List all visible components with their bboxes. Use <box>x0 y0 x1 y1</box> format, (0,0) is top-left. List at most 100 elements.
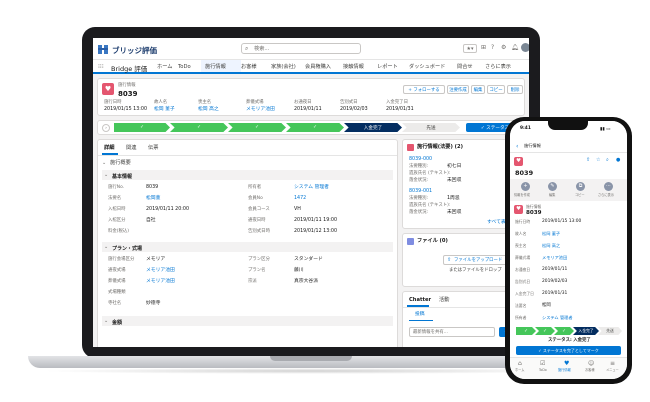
chatter-input[interactable]: 最新情報を共有... <box>409 327 495 337</box>
path-stage-current[interactable]: 入金完了 <box>344 123 402 132</box>
add-icon[interactable]: ⊞ <box>481 44 489 52</box>
tab-details[interactable]: 詳細 <box>104 145 114 151</box>
field-value: 藤川 <box>294 268 304 273</box>
share-icon[interactable]: ⇧ <box>586 157 590 163</box>
todo-icon[interactable]: ☑ <box>540 360 545 367</box>
phone-field-label: 法要名 <box>515 303 527 308</box>
upload-label: ファイルをアップロード <box>454 258 503 263</box>
heart-icon[interactable]: ♥ <box>564 360 569 367</box>
more-icon[interactable]: ⋯ <box>604 182 613 191</box>
path-stage-done[interactable]: ✓ <box>286 123 344 132</box>
phone-record-type: 施行情報 <box>526 204 542 209</box>
avatar[interactable] <box>521 43 529 52</box>
phone-path-done[interactable]: ✓ <box>554 327 574 335</box>
nav-item[interactable]: ToDo <box>178 64 191 70</box>
section-plan-header[interactable]: ⌄ プラン・式場 <box>102 242 393 252</box>
nav-item[interactable]: さらに表示 <box>485 64 511 70</box>
section-basic-header[interactable]: ⌄ 基本情報 <box>102 170 393 180</box>
phone-field-link[interactable]: メモリア池田 <box>542 255 567 260</box>
app-launcher-icon[interactable]: ⁝⁝⁝ <box>98 63 104 70</box>
create-note-button[interactable]: 注要作成 <box>447 85 469 94</box>
phone-path-done[interactable]: ✓ <box>516 327 536 335</box>
tab-related[interactable]: 関連 <box>126 145 136 151</box>
path-stage-done[interactable]: ✓ <box>114 123 170 132</box>
field-value: スタンダード <box>294 257 323 262</box>
path-toggle-icon[interactable]: › <box>102 124 110 132</box>
nav-item[interactable]: 家族(会社) <box>271 64 296 70</box>
post-tab[interactable]: 投稿 <box>415 312 425 318</box>
nav-item[interactable]: お客様 <box>241 64 257 70</box>
phone-path-todo[interactable]: 先送 <box>598 327 622 335</box>
battery-icon: ▮▮ ▭ <box>600 127 611 132</box>
edit-icon[interactable]: ✎ <box>548 182 557 191</box>
nav-item[interactable]: 接触情報 <box>343 64 364 70</box>
related-field-label: 遺族氏名 (テキスト): <box>409 171 451 176</box>
phone-field-link[interactable]: 松岡 菫子 <box>542 231 560 236</box>
help-icon[interactable]: ? <box>491 44 499 52</box>
field-value-link[interactable]: メモリア池田 <box>146 268 175 274</box>
field-label: 所有者 <box>248 185 262 190</box>
app-name: Bridge 評価 <box>111 65 148 73</box>
menu-icon[interactable]: ≡ <box>610 360 615 367</box>
chevron-down-icon[interactable]: ⌄ <box>102 160 106 166</box>
related-record-link[interactable]: 8039-001 <box>409 189 432 195</box>
customer-icon[interactable]: ☺ <box>588 360 594 367</box>
summary-value-link[interactable]: 松岡 菫子 <box>154 107 175 113</box>
field-value-link[interactable]: 1472 <box>294 196 306 202</box>
phone-field-link[interactable]: 松岡 高之 <box>542 243 560 248</box>
tab-slips[interactable]: 伝票 <box>148 145 158 151</box>
summary-label: 故人名 <box>154 100 168 105</box>
home-icon[interactable]: ⌂ <box>518 360 522 367</box>
back-title[interactable]: 施行情報 <box>524 143 541 148</box>
nav-item[interactable]: レポート <box>377 64 398 70</box>
summary-value-link[interactable]: 松岡 高之 <box>198 107 219 113</box>
copy-button[interactable]: コピー <box>487 85 505 94</box>
files-title[interactable]: ファイル (0) <box>417 238 448 244</box>
field-value-link[interactable]: 松岡菫 <box>146 196 160 202</box>
follow-button[interactable]: + フォローする <box>403 85 445 94</box>
nav-item[interactable]: 施行情報 <box>205 64 226 70</box>
field-value-link[interactable]: メモリア池田 <box>146 279 175 285</box>
related-list-title[interactable]: 施行情報(法要) (2) <box>417 144 463 150</box>
search-input[interactable]: ⌕ 検索... <box>241 43 361 54</box>
nav-item[interactable]: ダッシュボード <box>409 64 445 70</box>
edit-button[interactable]: 編集 <box>471 85 485 94</box>
path-stage-done[interactable]: ✓ <box>170 123 228 132</box>
phone-path-done[interactable]: ✓ <box>535 327 555 335</box>
field-label: 入棺区分 <box>108 218 126 223</box>
field-value-link[interactable]: システム 管理者 <box>294 185 329 191</box>
phone-complete-button[interactable]: ✓ ステータスを完了としてマーク <box>516 346 621 355</box>
related-field-label: 落金状況: <box>409 210 429 215</box>
chevron-down-icon: ⌄ <box>104 172 109 178</box>
summary-value-link[interactable]: メモリア池田 <box>246 107 275 113</box>
path-stage-todo[interactable]: 先送 <box>402 123 460 132</box>
section-money-header-visible[interactable]: ⌄ 金額 <box>102 316 393 326</box>
back-chevron-icon[interactable]: ‹ <box>516 143 518 150</box>
bell-icon[interactable]: 🔔︎ <box>511 44 519 52</box>
star-icon[interactable]: ☆ <box>596 157 600 163</box>
copy-icon[interactable]: ⧉ <box>576 182 585 191</box>
path-stage-done[interactable]: ✓ <box>228 123 286 132</box>
nav-item[interactable]: 問合せ <box>457 64 473 70</box>
bottom-nav-label: ToDo <box>539 368 547 372</box>
tab-chatter[interactable]: Chatter <box>409 297 431 303</box>
related-record-link[interactable]: 8039-000 <box>409 157 432 163</box>
tab-activity[interactable]: 活動 <box>439 297 449 303</box>
delete-button[interactable]: 削除 <box>507 85 523 94</box>
phone-path-current[interactable]: 入金完了 <box>573 327 599 335</box>
section-overview-title[interactable]: 施行概要 <box>110 160 131 166</box>
phone-status-bar: 9:41 ▮▮ ▭ <box>510 121 627 143</box>
record-heart-icon: ♥ <box>514 157 523 166</box>
search-icon[interactable]: ⌕ <box>606 157 609 163</box>
record-number: 8039 <box>118 90 138 98</box>
gear-icon[interactable]: ⚙ <box>501 44 509 52</box>
phone-field-link[interactable]: システム 管理者 <box>542 315 573 320</box>
nav-item[interactable]: ホーム <box>157 64 172 70</box>
section-basic-title: 基本情報 <box>112 174 133 180</box>
phone-field-value: 2019/01/31 <box>542 291 568 296</box>
bell-icon[interactable]: ● <box>616 157 620 163</box>
nav-item[interactable]: 会員権購入 <box>305 64 331 70</box>
new-record-icon[interactable]: + <box>521 182 530 191</box>
favorites-icon[interactable]: ★▾ <box>463 44 477 53</box>
related-field-value: 初七日 <box>447 164 462 169</box>
